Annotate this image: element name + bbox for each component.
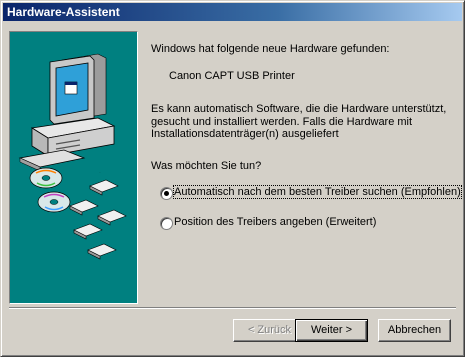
device-name: Canon CAPT USB Printer xyxy=(169,70,295,82)
wizard-illustration xyxy=(9,31,138,304)
cancel-button[interactable]: Abbrechen xyxy=(378,319,451,342)
radio-label-automatic[interactable]: Automatisch nach dem besten Treiber such… xyxy=(173,185,462,199)
radio-option-manual[interactable]: Position des Treibers angeben (Erweitert… xyxy=(160,216,460,232)
info-text: Es kann automatisch Software, die die Ha… xyxy=(151,103,447,140)
next-button[interactable]: Weiter > xyxy=(295,319,368,342)
question-label: Was möchten Sie tun? xyxy=(151,160,262,172)
found-label: Windows hat folgende neue Hardware gefun… xyxy=(151,43,390,55)
title-bar[interactable]: Hardware-Assistent xyxy=(3,3,462,21)
wizard-window: Hardware-Assistent Windows hat folgende … xyxy=(0,0,465,357)
radio-button-automatic[interactable] xyxy=(160,187,173,200)
window-title: Hardware-Assistent xyxy=(7,5,120,19)
button-separator xyxy=(9,307,456,309)
radio-option-automatic[interactable]: Automatisch nach dem besten Treiber such… xyxy=(160,185,462,202)
radio-button-manual[interactable] xyxy=(160,217,173,230)
floppy-disk-icon xyxy=(69,172,127,260)
radio-label-manual[interactable]: Position des Treibers angeben (Erweitert… xyxy=(174,216,376,228)
